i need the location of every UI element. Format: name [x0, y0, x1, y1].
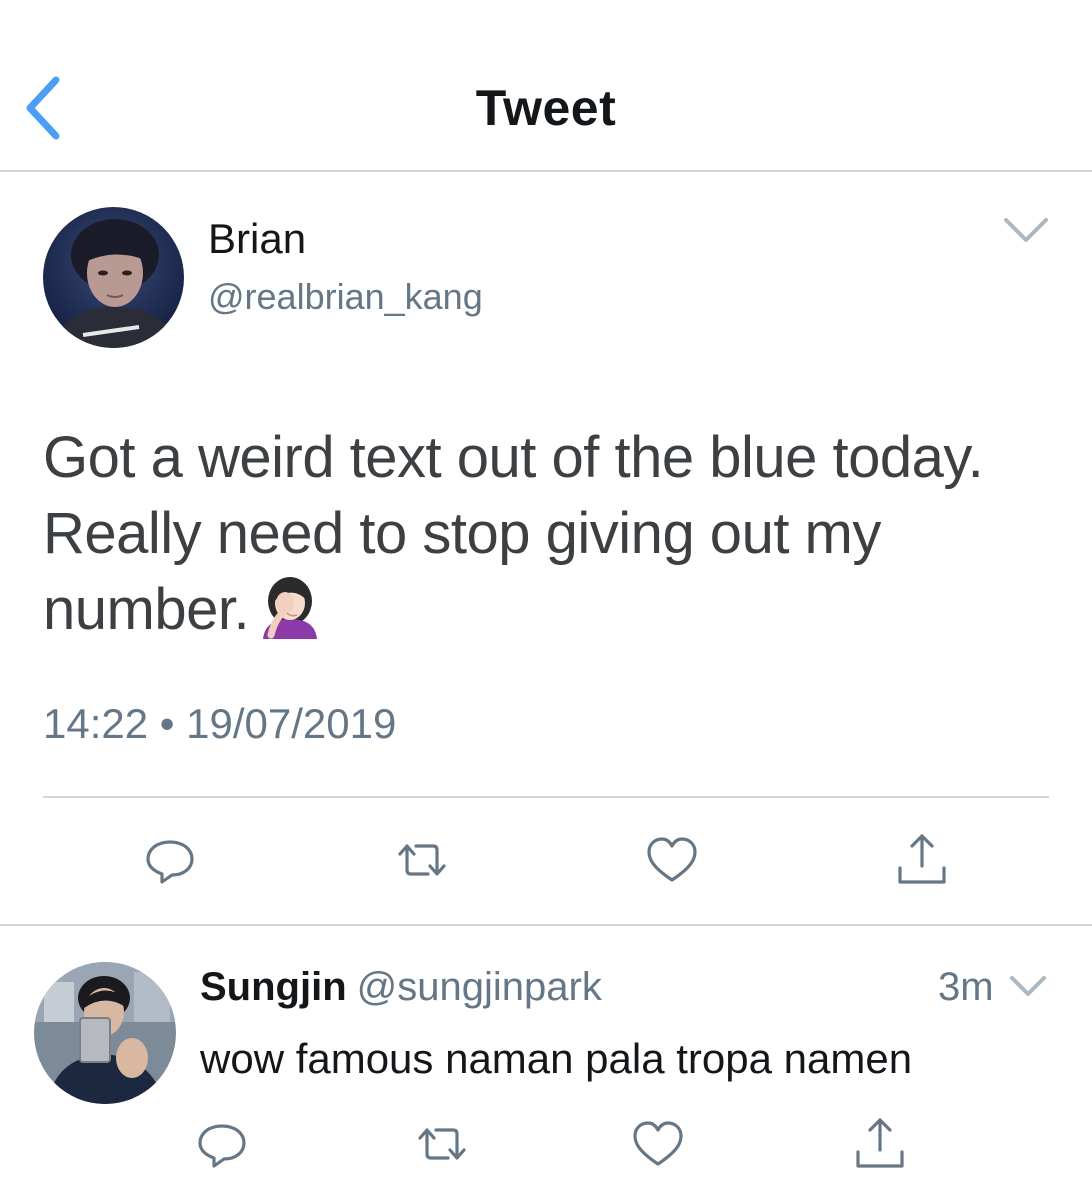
reply-author-handle[interactable]: @sungjinpark [357, 965, 602, 1009]
chevron-down-icon [1010, 976, 1046, 996]
share-button[interactable] [892, 830, 952, 890]
retweet-icon [418, 1128, 466, 1160]
reply-author-avatar[interactable] [34, 962, 176, 1104]
like-icon [633, 1121, 683, 1166]
tweet-options-button[interactable] [1000, 210, 1052, 250]
reply-options-button[interactable] [1006, 970, 1050, 1004]
section-divider [0, 924, 1092, 926]
reply-reply-button[interactable] [192, 1118, 252, 1178]
tweet-body: Got a weird text out of the blue today. … [43, 420, 1073, 648]
reply-actions [0, 1118, 1092, 1188]
share-icon [856, 1118, 904, 1168]
author-avatar[interactable] [43, 207, 184, 348]
retweet-icon [398, 844, 446, 876]
reply-icon [146, 840, 194, 884]
reply-icon [198, 1124, 246, 1168]
share-icon [898, 834, 946, 884]
chevron-down-icon [1004, 218, 1048, 242]
tweet-actions [0, 830, 1092, 900]
reply-like-button[interactable] [628, 1118, 688, 1178]
avatar-photo [34, 962, 176, 1104]
reply-author-name[interactable]: Sungjin [200, 965, 347, 1009]
tweet-timestamp: 14:22 • 19/07/2019 [43, 700, 397, 747]
like-button[interactable] [642, 830, 702, 890]
retweet-button[interactable] [392, 830, 452, 890]
reply-header: Sungjin @sungjinpark [200, 964, 602, 1010]
tweet-text: Got a weird text out of the blue today. … [43, 425, 984, 642]
reply-button[interactable] [140, 830, 200, 890]
avatar-photo [43, 207, 184, 348]
author-name[interactable]: Brian [208, 215, 306, 263]
reply-share-button[interactable] [850, 1118, 910, 1178]
reply-time: 3m [938, 965, 994, 1009]
divider [43, 796, 1049, 798]
reply-body: wow famous naman pala tropa namen [200, 1035, 913, 1082]
top-bar: Tweet [0, 0, 1092, 172]
page-title: Tweet [475, 80, 617, 136]
reply-retweet-button[interactable] [412, 1118, 472, 1178]
author-handle[interactable]: @realbrian_kang [208, 276, 483, 318]
like-icon [647, 837, 697, 882]
woman-facepalming-emoji [257, 573, 323, 639]
